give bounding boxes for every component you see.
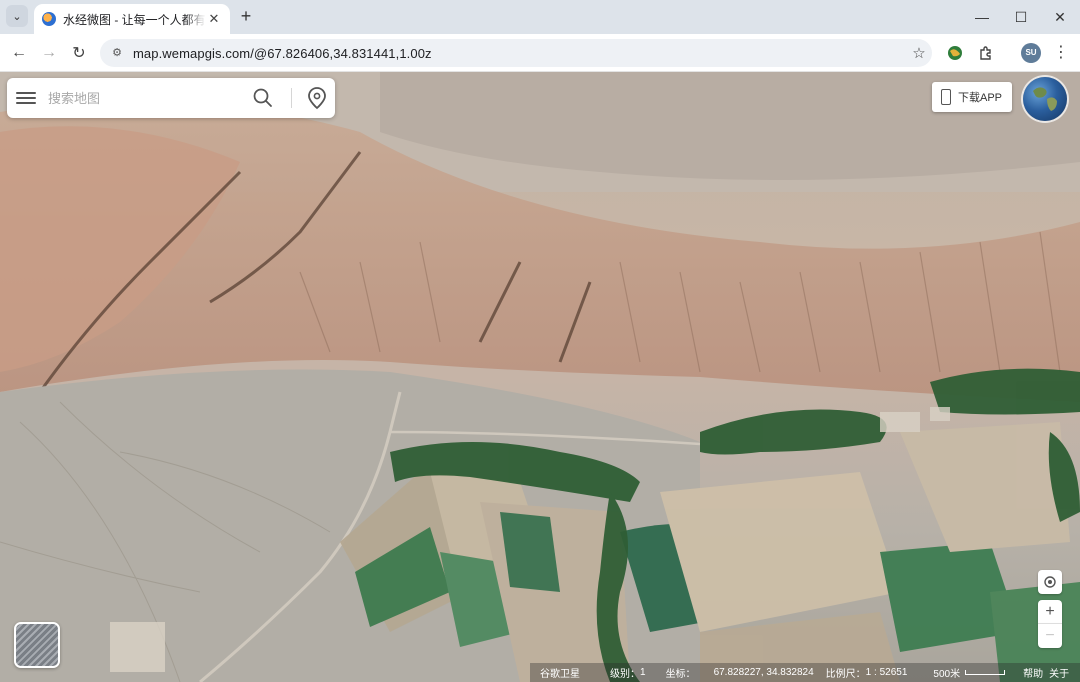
coord-value: 67.828227, 34.832824: [713, 667, 814, 678]
map-search-input[interactable]: [48, 90, 248, 106]
scale-label: 比例尺：: [825, 669, 866, 680]
map-status-bar: 谷歌卫星 级别： 1 坐标： 67.828227, 34.832824 比例尺：…: [530, 663, 1080, 682]
tab-close-icon[interactable]: ✕: [206, 11, 222, 27]
coord-label: 坐标：: [665, 669, 696, 680]
site-favicon-icon: [42, 12, 56, 26]
window-minimize-button[interactable]: —: [962, 0, 1002, 34]
locate-icon[interactable]: [1038, 570, 1062, 594]
layer-name: 谷歌卫星: [540, 669, 580, 680]
scale-bar: [965, 670, 1006, 675]
satellite-imagery: [0, 72, 1080, 682]
level-value: 1: [640, 667, 646, 678]
globe-view-icon[interactable]: [1023, 77, 1067, 121]
phone-icon: [941, 89, 951, 105]
about-link[interactable]: 关于: [1049, 665, 1069, 680]
download-app-button[interactable]: 下载APP: [932, 82, 1012, 112]
hamburger-menu-icon[interactable]: [16, 92, 36, 104]
zoom-controls: + −: [1038, 570, 1062, 648]
extensions-puzzle-icon[interactable]: [975, 42, 997, 64]
search-divider: [291, 88, 292, 108]
forward-button[interactable]: →: [37, 41, 61, 65]
bookmark-star-icon[interactable]: ☆: [906, 44, 932, 62]
browser-tab-active[interactable]: 水经微图 - 让每一个人都有自己的地图 ✕: [34, 4, 230, 34]
back-button[interactable]: ←: [7, 41, 31, 65]
new-tab-button[interactable]: +: [236, 6, 256, 26]
window-close-button[interactable]: ✕: [1040, 0, 1080, 34]
layer-switcher-thumbnail[interactable]: [14, 622, 60, 668]
map-viewport[interactable]: 下载APP + − 谷歌卫星 级别： 1 坐标： 67.828227, 34.8…: [0, 72, 1080, 682]
zoom-out-button[interactable]: −: [1038, 624, 1062, 648]
browser-toolbar: ← → ↻ ⚙ map.wemapgis.com/@67.826406,34.8…: [0, 34, 1080, 72]
download-app-label: 下载APP: [958, 92, 1003, 104]
zoom-in-button[interactable]: +: [1038, 600, 1062, 624]
help-link[interactable]: 帮助: [1023, 665, 1043, 680]
scale-value: 1 : 52651: [865, 667, 908, 678]
tab-title: 水经微图 - 让每一个人都有自己的地图: [63, 12, 206, 27]
map-pin-icon[interactable]: [306, 86, 328, 110]
url-text[interactable]: map.wemapgis.com/@67.826406,34.831441,1.…: [133, 46, 906, 61]
browser-menu-icon[interactable]: ⋮: [1052, 42, 1070, 64]
address-bar[interactable]: ⚙ map.wemapgis.com/@67.826406,34.831441,…: [100, 39, 932, 67]
browser-tabbar: ⌄ 水经微图 - 让每一个人都有自己的地图 ✕ + — ☐ ✕: [0, 0, 1080, 34]
window-maximize-button[interactable]: ☐: [1001, 0, 1041, 34]
extension-globe-icon[interactable]: [944, 42, 966, 64]
scale-distance: 500米: [933, 669, 961, 680]
site-info-icon[interactable]: ⚙: [110, 46, 124, 60]
profile-avatar[interactable]: SU: [1021, 43, 1041, 63]
search-icon[interactable]: [252, 87, 274, 109]
tab-search-button[interactable]: ⌄: [6, 5, 28, 27]
level-label: 级别：: [610, 669, 640, 680]
reload-button[interactable]: ↻: [67, 41, 91, 65]
map-search-box: [7, 78, 335, 118]
